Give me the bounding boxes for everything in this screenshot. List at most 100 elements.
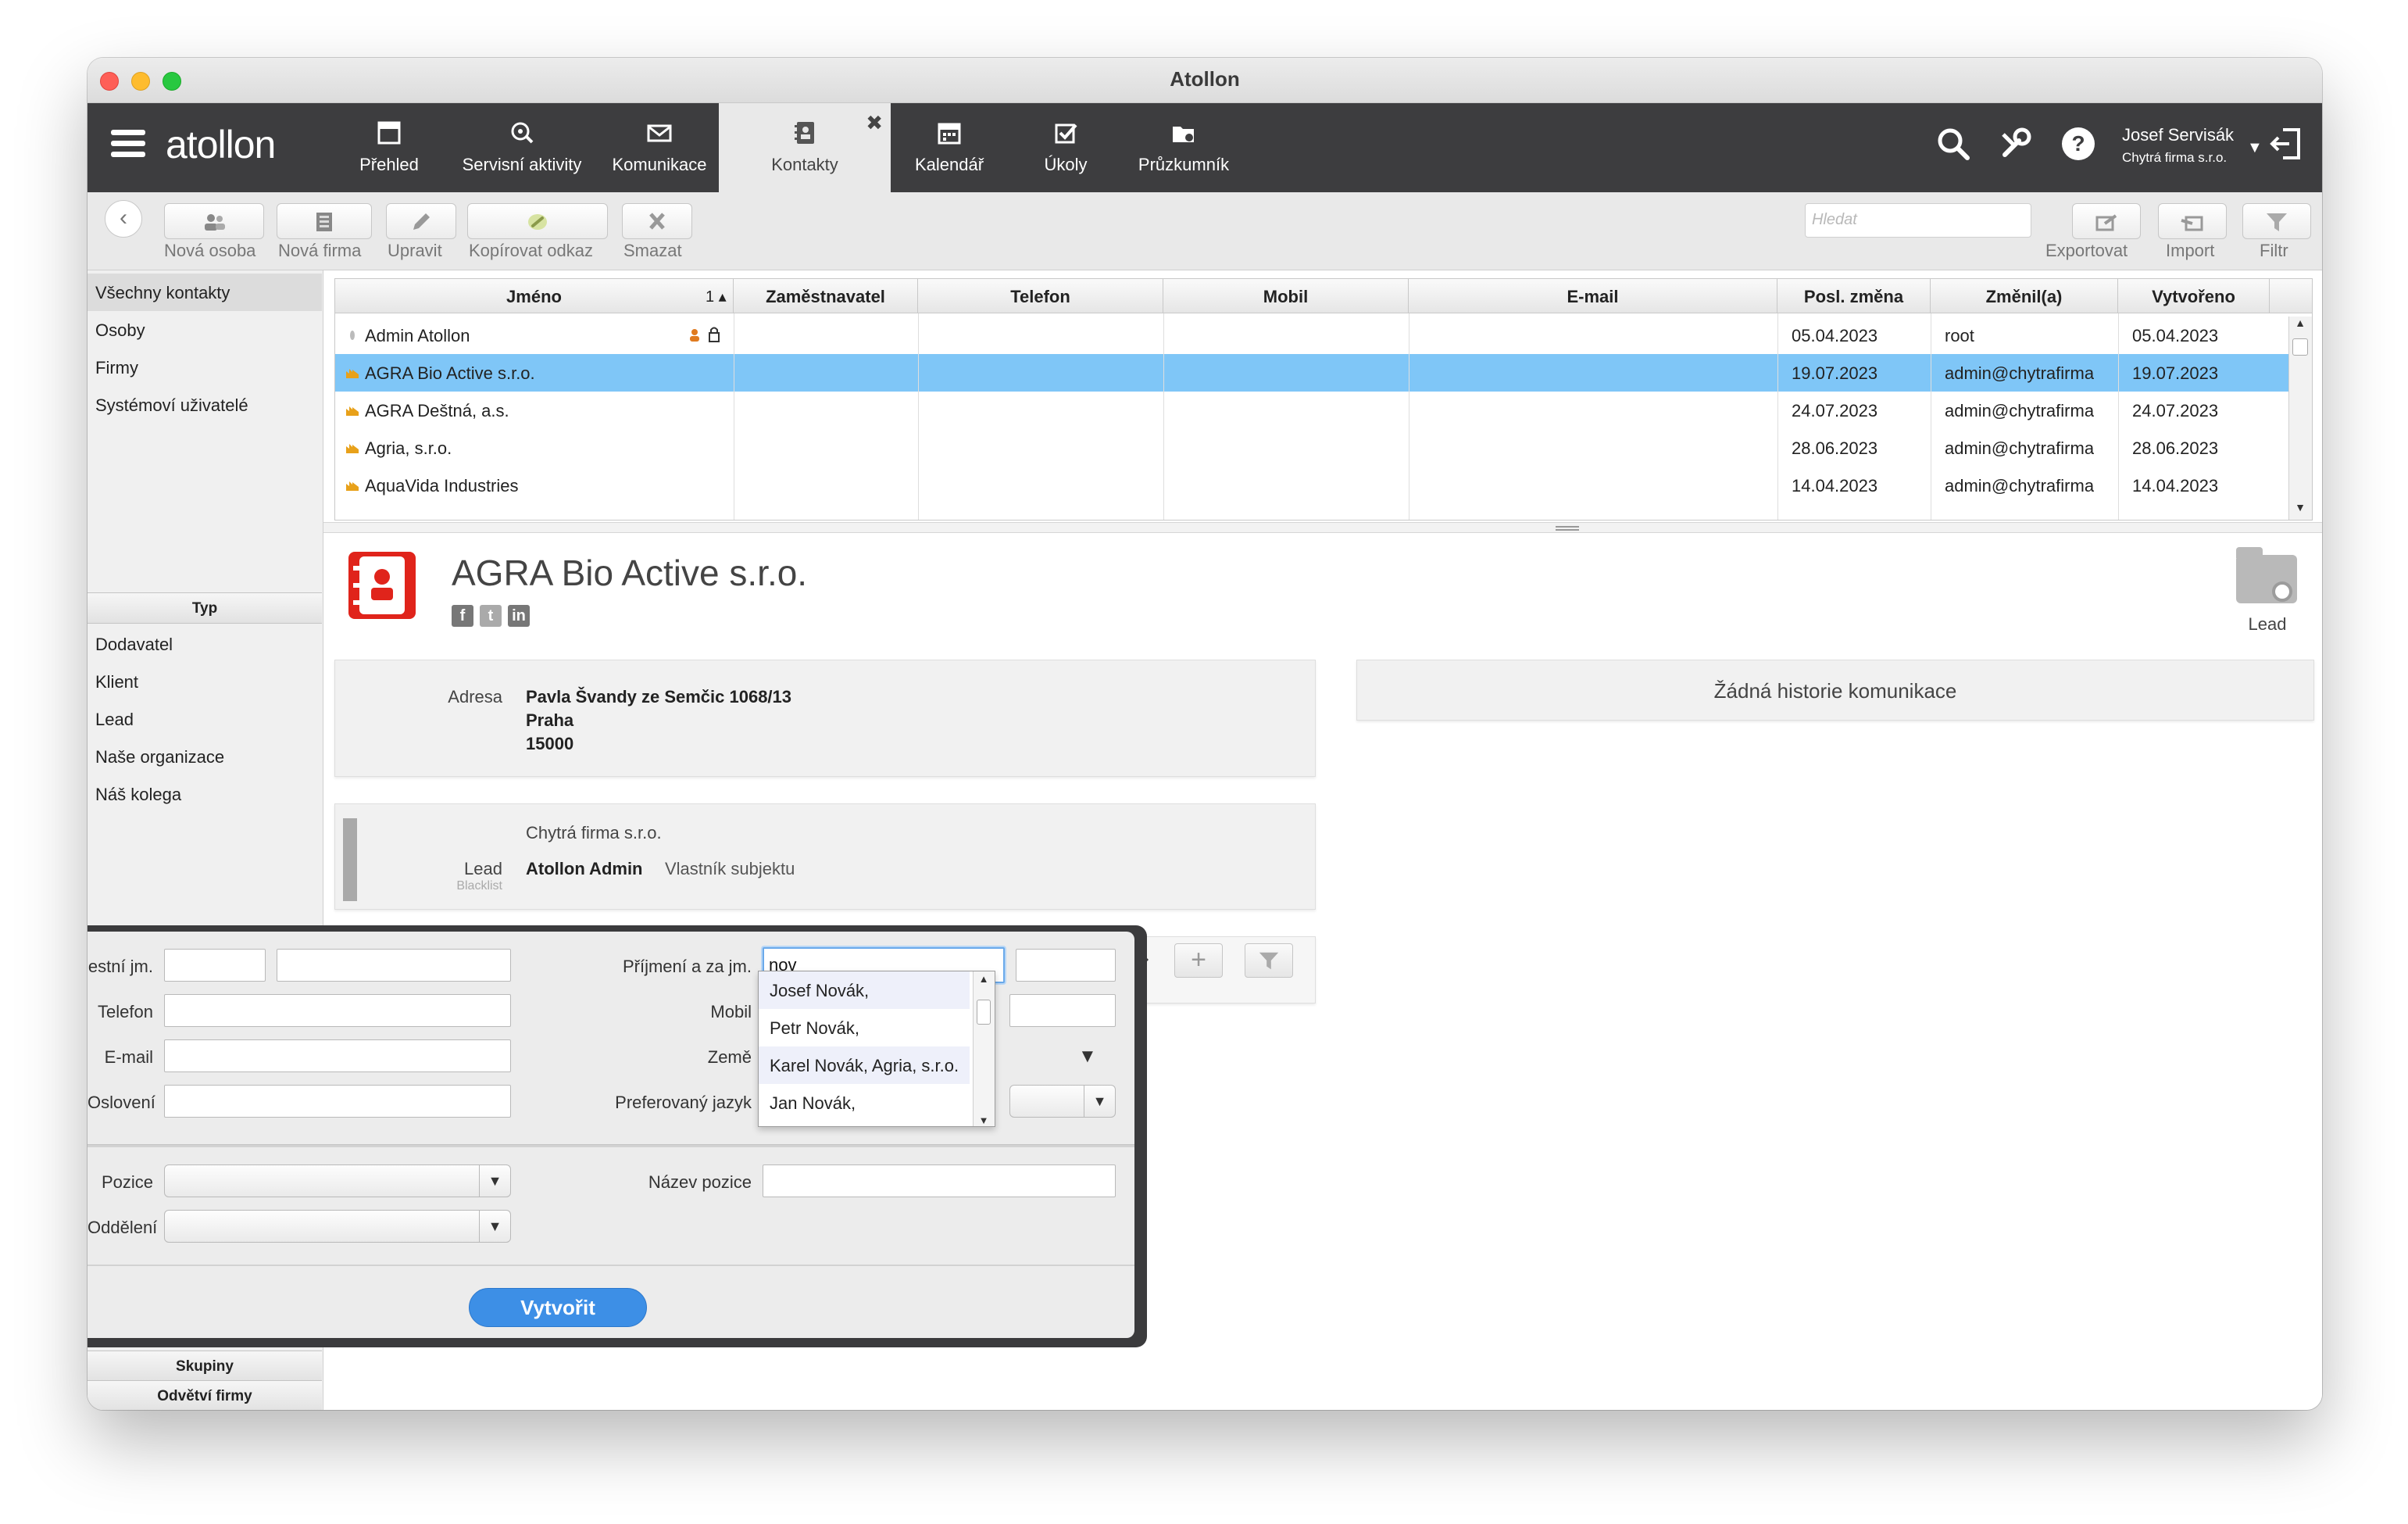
table-row[interactable]: AquaVida Industries 14.04.2023 admin@chy… xyxy=(335,467,2312,504)
copy-link-button[interactable] xyxy=(467,203,608,239)
title-bar: Atollon xyxy=(88,58,2322,103)
nav-overview[interactable]: Přehled xyxy=(342,103,436,192)
new-company-button[interactable] xyxy=(277,203,372,239)
pane-splitter[interactable] xyxy=(323,522,2322,533)
menu-icon[interactable] xyxy=(111,130,145,161)
title-before-input[interactable] xyxy=(164,949,266,982)
column-name[interactable]: Jméno xyxy=(335,279,734,313)
table-scrollbar[interactable]: ▲ ▼ xyxy=(2288,317,2312,520)
column-changed-by[interactable]: Změnil(a) xyxy=(1931,279,2118,313)
edit-label: Upravit xyxy=(388,241,442,260)
first-name-input[interactable] xyxy=(277,949,511,982)
nav-explorer[interactable]: Průzkumník xyxy=(1125,103,1242,192)
help-icon[interactable]: ? xyxy=(2060,125,2097,163)
table-row[interactable]: AGRA Deštná, a.s. 24.07.2023 admin@chytr… xyxy=(335,392,2312,429)
sort-indicator[interactable]: 1 ▴ xyxy=(706,287,727,306)
explorer-icon xyxy=(1173,127,1194,142)
add-related-button[interactable]: + xyxy=(1174,943,1223,978)
close-tab-icon[interactable]: ✖ xyxy=(866,111,883,135)
type-header[interactable]: Typ xyxy=(88,592,322,624)
nav-calendar[interactable]: Kalendář xyxy=(897,103,1002,192)
sidebar-type-our-organization[interactable]: Naše organizace xyxy=(88,738,322,775)
department-select[interactable]: ▼ xyxy=(164,1210,511,1243)
sidebar-item-companies[interactable]: Firmy xyxy=(88,349,322,386)
mobile-input[interactable] xyxy=(1009,994,1116,1027)
position-name-input[interactable] xyxy=(763,1164,1116,1197)
salutation-input[interactable] xyxy=(164,1085,511,1118)
copy-link-label: Kopírovat odkaz xyxy=(469,241,593,260)
address-city: Praha xyxy=(526,710,574,730)
logout-icon[interactable] xyxy=(2267,125,2305,163)
sidebar-type-colleague[interactable]: Náš kolega xyxy=(88,775,322,813)
table-row[interactable]: Agria, s.r.o. 28.06.2023 admin@chytrafir… xyxy=(335,429,2312,467)
table-row[interactable]: Admin Atollon 05.04.2023 root 05.04.2023 xyxy=(335,317,2312,354)
sidebar-item-all-contacts[interactable]: Všechny kontakty xyxy=(88,274,322,311)
email-label: E-mail xyxy=(104,1047,153,1067)
groups-header[interactable]: Skupiny xyxy=(88,1350,322,1382)
title-after-input[interactable] xyxy=(1016,949,1116,982)
new-person-button[interactable] xyxy=(164,203,264,239)
autocomplete-option[interactable]: Petr Novák, xyxy=(759,1009,970,1046)
related-filter-button[interactable] xyxy=(1245,943,1293,978)
company-icon xyxy=(346,444,359,453)
owner-name[interactable]: Atollon Admin xyxy=(526,859,643,879)
filter-label: Filtr xyxy=(2260,241,2288,260)
column-employer[interactable]: Zaměstnavatel xyxy=(734,279,918,313)
export-button[interactable] xyxy=(2072,203,2141,239)
position-label: Pozice xyxy=(101,1172,153,1192)
language-label: Preferovaný jazyk xyxy=(615,1093,752,1112)
user-menu[interactable]: Josef Servisák Chytrá firma s.r.o. ▼ xyxy=(2122,125,2263,166)
add-person-icon xyxy=(205,214,225,231)
nav-service-activities[interactable]: Servisní aktivity xyxy=(450,103,594,192)
search-icon[interactable] xyxy=(1935,125,1972,163)
column-mobile[interactable]: Mobil xyxy=(1163,279,1409,313)
sidebar-item-system-users[interactable]: Systémoví uživatelé xyxy=(88,386,322,424)
column-phone[interactable]: Telefon xyxy=(918,279,1163,313)
filter-icon xyxy=(1259,952,1279,970)
autocomplete-scrollbar[interactable]: ▲ ▼ xyxy=(973,971,995,1126)
window-title: Atollon xyxy=(1170,67,1240,91)
autocomplete-option[interactable]: Josef Novák, xyxy=(759,971,970,1009)
delete-button[interactable] xyxy=(622,203,692,239)
import-icon xyxy=(2181,216,2203,231)
communication-history: Žádná historie komunikace xyxy=(1356,660,2314,721)
edit-button[interactable] xyxy=(386,203,456,239)
position-select[interactable]: ▼ xyxy=(164,1164,511,1197)
country-dropdown-arrow[interactable]: ▼ xyxy=(1078,1046,1097,1068)
column-email[interactable]: E-mail xyxy=(1409,279,1777,313)
nav-tasks[interactable]: Úkoly xyxy=(1019,103,1113,192)
twitter-icon[interactable]: t xyxy=(480,605,502,627)
sidebar-type-lead[interactable]: Lead xyxy=(88,700,322,738)
linkedin-icon[interactable]: in xyxy=(508,605,530,627)
column-created[interactable]: Vytvořeno xyxy=(2118,279,2270,313)
import-label: Import xyxy=(2166,241,2215,260)
new-person-label: Nová osoba xyxy=(164,241,256,260)
facebook-icon[interactable]: f xyxy=(452,605,473,627)
language-select[interactable]: ▼ xyxy=(1009,1085,1116,1118)
back-button[interactable]: ‹ xyxy=(105,200,142,238)
lead-folder-icon[interactable] xyxy=(2236,547,2297,603)
table-row-selected[interactable]: AGRA Bio Active s.r.o. 19.07.2023 admin@… xyxy=(335,354,2312,392)
country-label: Země xyxy=(707,1047,752,1067)
search-input[interactable]: Hledat xyxy=(1805,203,2031,238)
pencil-icon xyxy=(413,213,430,230)
app-window: Atollon atollon Přehled Servisní aktivit… xyxy=(88,58,2322,1410)
nav-communication[interactable]: Komunikace xyxy=(597,103,722,192)
toolbar: ‹ Nová osoba Nová firma Upravit Kopírova… xyxy=(88,192,2322,270)
export-label: Exportovat xyxy=(2045,241,2128,260)
industries-header[interactable]: Odvětví firmy xyxy=(88,1380,322,1410)
sidebar-type-client[interactable]: Klient xyxy=(88,663,322,700)
tools-icon[interactable] xyxy=(1997,125,2035,163)
autocomplete-option-highlighted[interactable]: Karel Novák, Agria, s.r.o. xyxy=(759,1046,970,1084)
chevron-down-icon: ▼ xyxy=(2247,139,2263,156)
autocomplete-option[interactable]: Jan Novák, xyxy=(759,1084,970,1122)
phone-input[interactable] xyxy=(164,994,511,1027)
create-button[interactable]: Vytvořit xyxy=(469,1288,647,1327)
sidebar-item-persons[interactable]: Osoby xyxy=(88,311,322,349)
tab-contacts[interactable]: Kontakty ✖ xyxy=(719,103,891,192)
filter-button[interactable] xyxy=(2242,203,2311,239)
sidebar-type-supplier[interactable]: Dodavatel xyxy=(88,625,322,663)
import-button[interactable] xyxy=(2158,203,2227,239)
email-input[interactable] xyxy=(164,1039,511,1072)
column-last-change[interactable]: Posl. změna xyxy=(1777,279,1931,313)
